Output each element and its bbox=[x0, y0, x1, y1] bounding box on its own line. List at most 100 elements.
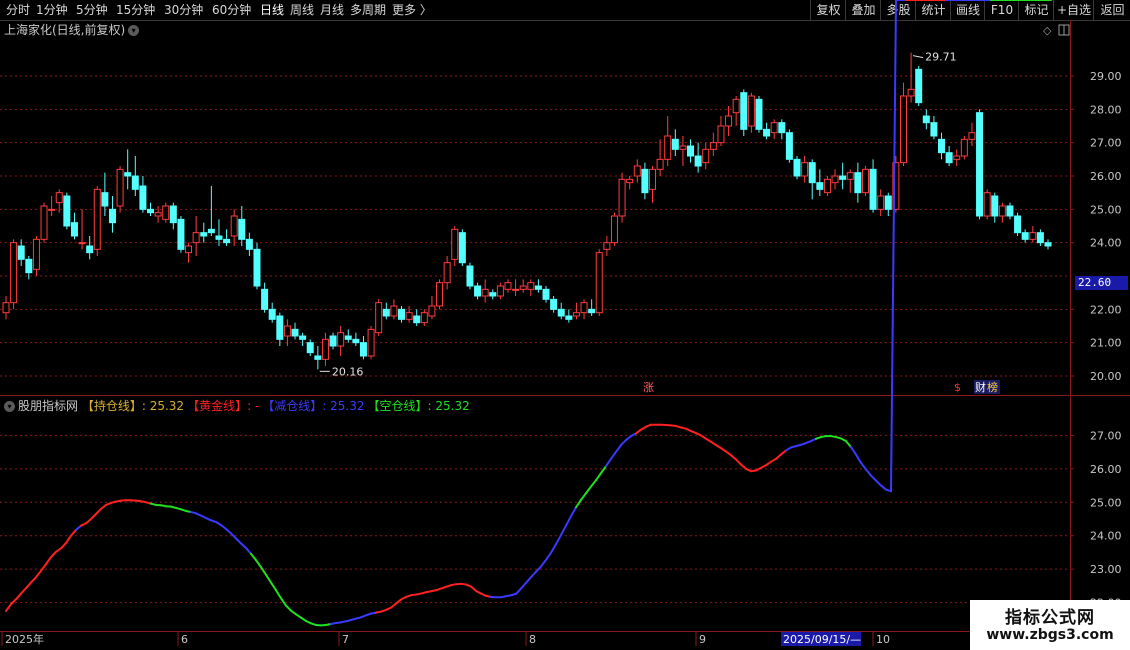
stock-title[interactable]: 上海家化(日线,前复权) bbox=[4, 23, 125, 37]
indicator-segment bbox=[95, 507, 102, 515]
indicator-segment bbox=[525, 576, 532, 584]
indicator-segment bbox=[250, 552, 257, 562]
event-marker-dollar: $ bbox=[954, 381, 961, 394]
candle-body bbox=[306, 342, 314, 354]
date-label: 10 bbox=[876, 633, 890, 646]
candle-body bbox=[732, 98, 740, 114]
indicator-segment bbox=[620, 439, 627, 447]
candle-body bbox=[846, 172, 854, 180]
indicator-segment bbox=[870, 474, 877, 482]
event-marker-finance: 财 bbox=[975, 380, 986, 394]
candle-body bbox=[367, 328, 375, 357]
indicator-segment bbox=[585, 485, 592, 495]
candle-body bbox=[854, 172, 862, 194]
indicator-segment bbox=[530, 570, 537, 579]
chevron-down-icon[interactable]: ▾ bbox=[128, 25, 140, 36]
indicator-segment bbox=[90, 512, 97, 520]
date-label: 7 bbox=[342, 633, 349, 646]
candle-body bbox=[321, 338, 329, 360]
candle-body bbox=[481, 288, 489, 297]
candle-body bbox=[991, 195, 999, 217]
indicator-segment bbox=[265, 573, 272, 584]
legend-value-1: : - bbox=[247, 399, 260, 413]
indicator-segment bbox=[245, 547, 252, 555]
candle-body bbox=[1036, 232, 1044, 244]
indicator-segment bbox=[540, 558, 547, 568]
grid-lines bbox=[0, 20, 1130, 650]
candle-body bbox=[519, 285, 527, 290]
candle-body bbox=[778, 122, 786, 134]
indicator-segment bbox=[60, 542, 67, 550]
indicator-segment bbox=[565, 515, 572, 527]
candle-body bbox=[169, 205, 177, 224]
candle-body bbox=[185, 245, 193, 254]
candle-body bbox=[512, 288, 520, 291]
indicator-segment bbox=[270, 581, 277, 592]
candle-body bbox=[1021, 232, 1029, 240]
candle-body bbox=[930, 122, 938, 137]
candle-body bbox=[899, 95, 907, 164]
legend-label-2: 【减仓线】 bbox=[262, 399, 323, 413]
candle-body bbox=[793, 158, 801, 177]
price-axis-label: 26.00 bbox=[1090, 170, 1122, 183]
candle-body bbox=[938, 138, 946, 154]
price-axis-label: 28.00 bbox=[1090, 103, 1122, 116]
candle-body bbox=[861, 168, 869, 194]
candle-body bbox=[154, 212, 162, 217]
candle-body bbox=[823, 178, 831, 194]
high-price-label: 29.71 bbox=[925, 51, 957, 64]
indicator-segment bbox=[10, 598, 17, 606]
indicator-segment bbox=[240, 542, 247, 550]
indicator-segment bbox=[875, 479, 882, 487]
legend-value-3: : 25.32 bbox=[427, 399, 470, 413]
date-axis: 2025年 6 7 8 9 10 2025/09/15/— bbox=[1, 632, 890, 646]
candle-body bbox=[550, 298, 558, 310]
candle-body bbox=[420, 312, 428, 324]
indicator-segment bbox=[275, 589, 282, 600]
diamond-icon: ◇ bbox=[1043, 24, 1052, 37]
indicator-lines bbox=[5, 0, 1052, 627]
candle-body bbox=[25, 258, 33, 274]
candle-body bbox=[915, 68, 923, 104]
price-axis-label: 22.00 bbox=[1090, 303, 1122, 316]
high-pointer bbox=[912, 55, 924, 59]
price-axis-label: 21.00 bbox=[1090, 337, 1122, 350]
candle-body bbox=[542, 288, 550, 300]
indicator-segment bbox=[5, 603, 12, 612]
candle-body bbox=[816, 182, 824, 190]
candle-body bbox=[139, 185, 147, 210]
candle-body bbox=[466, 265, 474, 287]
candle-body bbox=[1006, 205, 1014, 217]
candle-body bbox=[603, 242, 611, 250]
date-label: 9 bbox=[699, 633, 706, 646]
indicator-segment bbox=[40, 563, 47, 572]
legend-label-0: 【持仓线】 bbox=[81, 399, 142, 413]
candle-body bbox=[382, 308, 390, 317]
event-marker-rise: 涨 bbox=[643, 381, 654, 394]
candle-body bbox=[2, 302, 10, 314]
candle-body bbox=[344, 335, 352, 340]
candle-body bbox=[671, 138, 679, 150]
candle-body bbox=[32, 238, 40, 270]
candle-body bbox=[648, 168, 656, 190]
candle-body bbox=[496, 285, 504, 297]
candle-body bbox=[329, 335, 337, 347]
indicator-segment bbox=[25, 581, 32, 590]
indicator-segment bbox=[610, 450, 617, 460]
candle-body bbox=[869, 168, 877, 210]
indicator-name[interactable]: 股朋指标网 bbox=[18, 399, 78, 413]
indicator-segment bbox=[735, 458, 742, 466]
candle-body bbox=[572, 312, 580, 317]
indicator-segment bbox=[35, 569, 42, 579]
indicator-segment bbox=[550, 543, 557, 554]
candle-body bbox=[375, 302, 383, 334]
candle-body bbox=[436, 282, 444, 307]
chevron-down-icon[interactable]: ▾ bbox=[4, 401, 15, 412]
candle-body bbox=[451, 228, 459, 260]
indicator-axis-label: 23.00 bbox=[1090, 563, 1122, 576]
candle-body bbox=[223, 238, 231, 244]
indicator-segment bbox=[285, 604, 292, 612]
candle-body bbox=[215, 235, 223, 240]
candle-body bbox=[443, 262, 451, 284]
indicator-segment bbox=[850, 446, 857, 456]
